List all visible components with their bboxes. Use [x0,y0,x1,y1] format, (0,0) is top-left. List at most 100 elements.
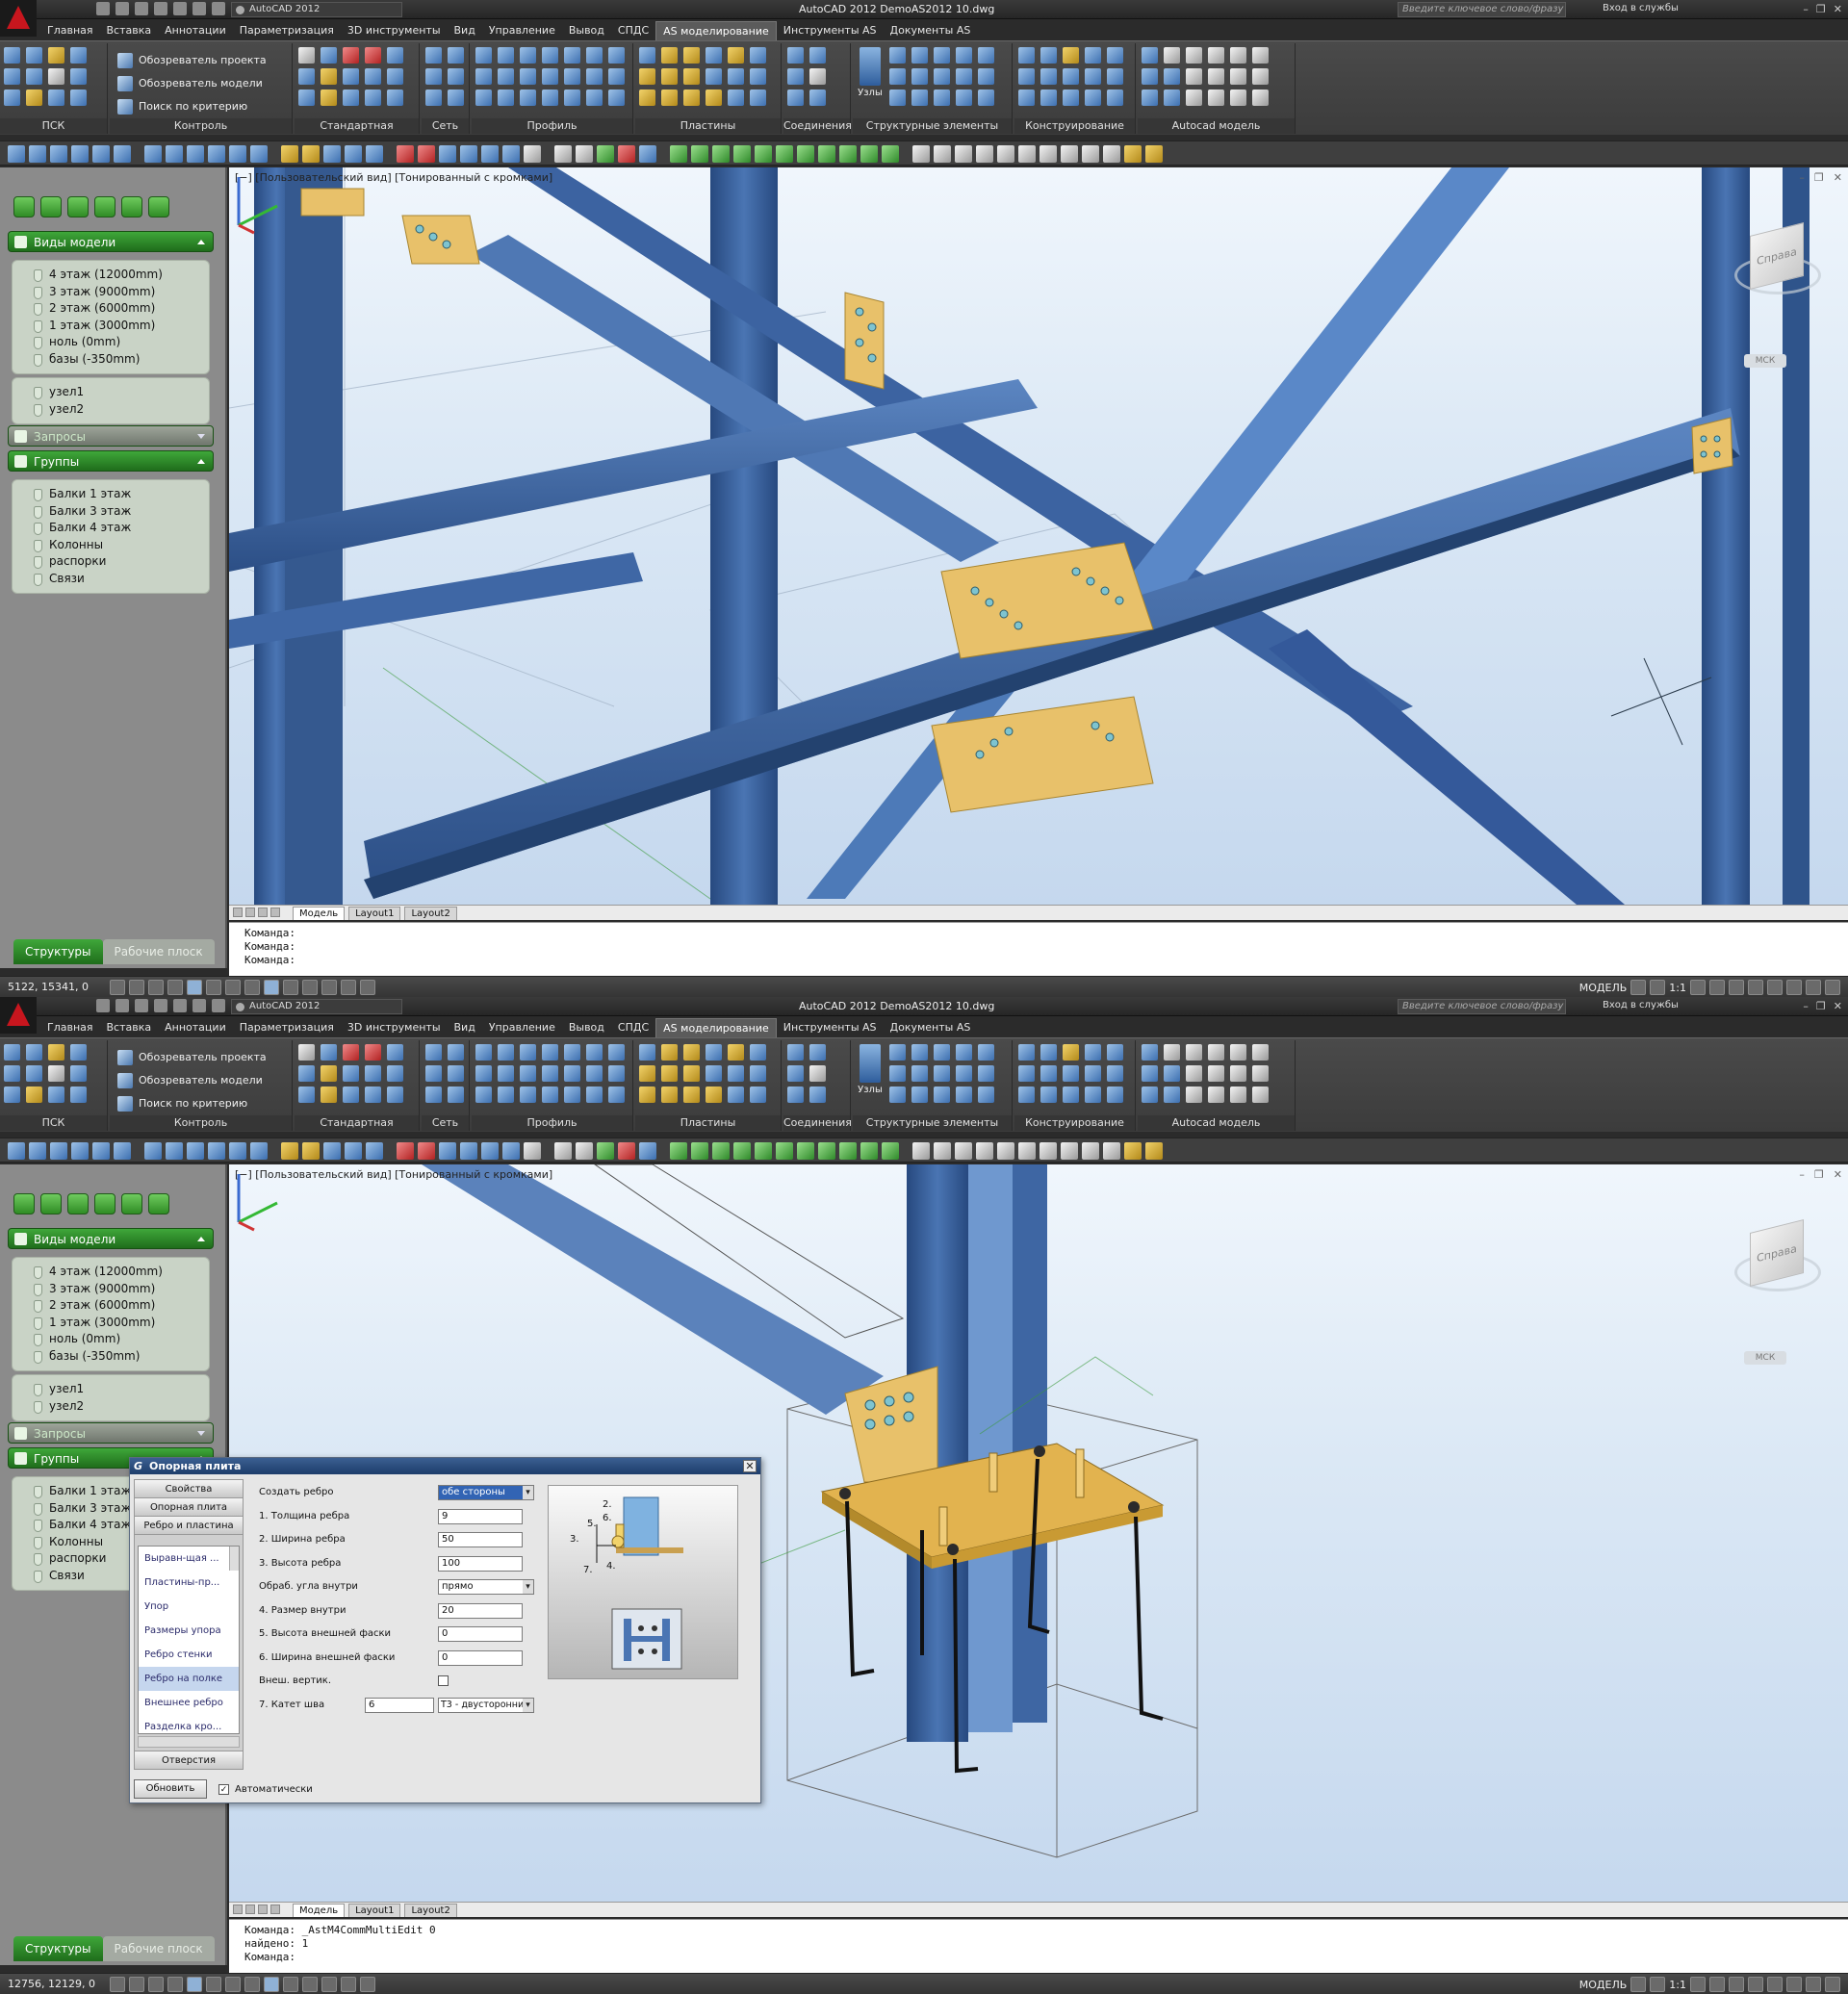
tab-view[interactable]: Вид [448,21,482,40]
groups-header[interactable]: Группы [8,450,214,472]
layout-nav[interactable] [233,1905,280,1914]
tab-parametric[interactable]: Параметризация [233,1018,341,1037]
profile-tools[interactable] [475,1044,629,1103]
app-menu-button[interactable] [0,0,37,37]
list-item[interactable]: Балки 1 этаж [30,486,209,503]
tab-model[interactable]: Модель [293,907,346,920]
search-criteria-button[interactable]: Поиск по критерию [117,1092,267,1115]
signin-link[interactable]: Вход в службы [1603,1000,1679,1010]
viewport-3d[interactable]: [−] [Пользовательский вид] [Тонированный… [229,167,1848,905]
tab-base-plate[interactable]: Опорная плита [135,1498,243,1517]
signin-link[interactable]: Вход в службы [1603,3,1679,13]
model-space-button[interactable]: МОДЕЛЬ [1579,1979,1628,1991]
tab-rib-plate[interactable]: Ребро и пластина [135,1517,243,1535]
model-explorer-button[interactable]: Обозреватель модели [117,72,267,95]
viewcube[interactable]: Справа [1734,1218,1821,1295]
workspace-dropdown[interactable]: AutoCAD 2012 [231,999,402,1014]
list-item[interactable]: узел2 [30,1398,209,1416]
weld-leg-input[interactable]: 6 [365,1697,434,1713]
tab-model[interactable]: Модель [293,1904,346,1917]
command-line[interactable]: Команда: _AstM4CommMultiEdit 0 найдено: 1… [229,1919,1848,1973]
nodes-button[interactable]: Узлы [857,47,884,98]
window-controls[interactable]: – ❐ ✕ [1803,3,1842,15]
minimize-icon[interactable]: – [1803,1000,1809,1012]
command-prompt[interactable]: Команда: [244,1951,1848,1964]
tab-as-modeling[interactable]: AS моделирование [655,1018,777,1037]
plates-tools[interactable] [639,47,777,106]
profile-tools[interactable] [475,47,629,106]
tab-manage[interactable]: Управление [482,21,562,40]
tab-annotate[interactable]: Аннотации [158,21,233,40]
tab-layout1[interactable]: Layout1 [348,907,401,920]
annotation-scale[interactable]: 1:1 [1669,982,1686,994]
list-item[interactable]: Размеры упора [139,1619,239,1643]
close-icon[interactable]: ✕ [743,1460,757,1472]
tab-as-documents[interactable]: Документы AS [884,21,978,40]
queries-header[interactable]: Запросы [8,1422,214,1444]
list-item[interactable]: Ребро стенки [139,1643,239,1667]
quick-access-toolbar[interactable] [96,2,225,15]
horizontal-scrollbar[interactable] [138,1736,240,1748]
plates-tools[interactable] [639,1044,777,1103]
tab-insert[interactable]: Вставка [100,21,159,40]
drafting-toggles[interactable] [110,1977,375,1992]
list-item[interactable]: Внешнее ребро [139,1691,239,1715]
tab-holes[interactable]: Отверстия [135,1751,243,1769]
create-rib-select[interactable]: обе стороны [438,1485,534,1500]
command-prompt[interactable]: Команда: [244,954,1848,967]
restore-icon[interactable]: ❐ [1816,1000,1826,1012]
tab-as-tools[interactable]: Инструменты AS [777,1018,884,1037]
tab-3d-tools[interactable]: 3D инструменты [341,21,448,40]
model-space-button[interactable]: МОДЕЛЬ [1579,982,1628,994]
viewport-controls[interactable]: – ❐ ✕ [1799,171,1842,184]
list-item[interactable]: Балки 4 этаж [30,520,209,537]
search-input[interactable]: Введите ключевое слово/фразу [1398,999,1566,1014]
list-item[interactable]: 2 этаж (6000mm) [30,1297,209,1315]
list-item[interactable]: базы (-350mm) [30,351,209,369]
model-views-header[interactable]: Виды модели [8,1228,214,1249]
tab-spds[interactable]: СПДС [611,21,655,40]
tab-layout2[interactable]: Layout2 [404,1904,457,1917]
command-line[interactable]: Команда: Команда: Команда: [229,922,1848,976]
tab-parametric[interactable]: Параметризация [233,21,341,40]
standard-tools[interactable] [298,1044,415,1103]
tab-insert[interactable]: Вставка [100,1018,159,1037]
quick-access-toolbar[interactable] [96,999,225,1012]
tab-manage[interactable]: Управление [482,1018,562,1037]
list-item[interactable]: Колонны [30,537,209,554]
close-icon[interactable]: ✕ [1834,1000,1842,1012]
rib-thickness-input[interactable]: 9 [438,1508,523,1524]
outer-chamfer-height-input[interactable]: 0 [438,1626,523,1642]
tab-3d-tools[interactable]: 3D инструменты [341,1018,448,1037]
app-menu-button[interactable] [0,997,37,1034]
tab-workplanes[interactable]: Рабочие плоск [102,939,215,964]
list-item[interactable]: 4 этаж (12000mm) [30,267,209,284]
list-item[interactable]: ноль (0mm) [30,334,209,351]
toolbar-buttons[interactable] [8,1142,1163,1160]
ucs-tools[interactable] [4,47,103,106]
connection-tools[interactable] [787,1044,846,1103]
checkbox-checked-icon[interactable]: ✓ [218,1783,229,1795]
rib-height-input[interactable]: 100 [438,1555,523,1572]
annotation-scale[interactable]: 1:1 [1669,1979,1686,1991]
search-input[interactable]: Введите ключевое слово/фразу [1398,2,1566,17]
design-tools[interactable] [1018,1044,1131,1103]
close-icon[interactable]: ✕ [1834,3,1842,15]
drafting-toggles[interactable] [110,980,375,995]
tab-as-tools[interactable]: Инструменты AS [777,21,884,40]
outer-chamfer-width-input[interactable]: 0 [438,1649,523,1666]
connection-tools[interactable] [787,47,846,106]
tab-layout2[interactable]: Layout2 [404,907,457,920]
wcs-menu[interactable]: МСК [1744,1351,1786,1365]
vertical-scrollbar[interactable] [229,1547,239,1571]
tab-annotate[interactable]: Аннотации [158,1018,233,1037]
model-explorer-button[interactable]: Обозреватель модели [117,1069,267,1092]
tab-structures[interactable]: Структуры [13,939,103,964]
list-item[interactable]: Пластины-пр... [139,1571,239,1595]
design-tools[interactable] [1018,47,1131,106]
autocad-model-tools[interactable] [1142,47,1291,106]
project-explorer-button[interactable]: Обозреватель проекта [117,49,267,72]
weld-type-select[interactable]: T3 - двусторонний [438,1697,534,1713]
tab-spds[interactable]: СПДС [611,1018,655,1037]
list-item[interactable]: 2 этаж (6000mm) [30,300,209,318]
